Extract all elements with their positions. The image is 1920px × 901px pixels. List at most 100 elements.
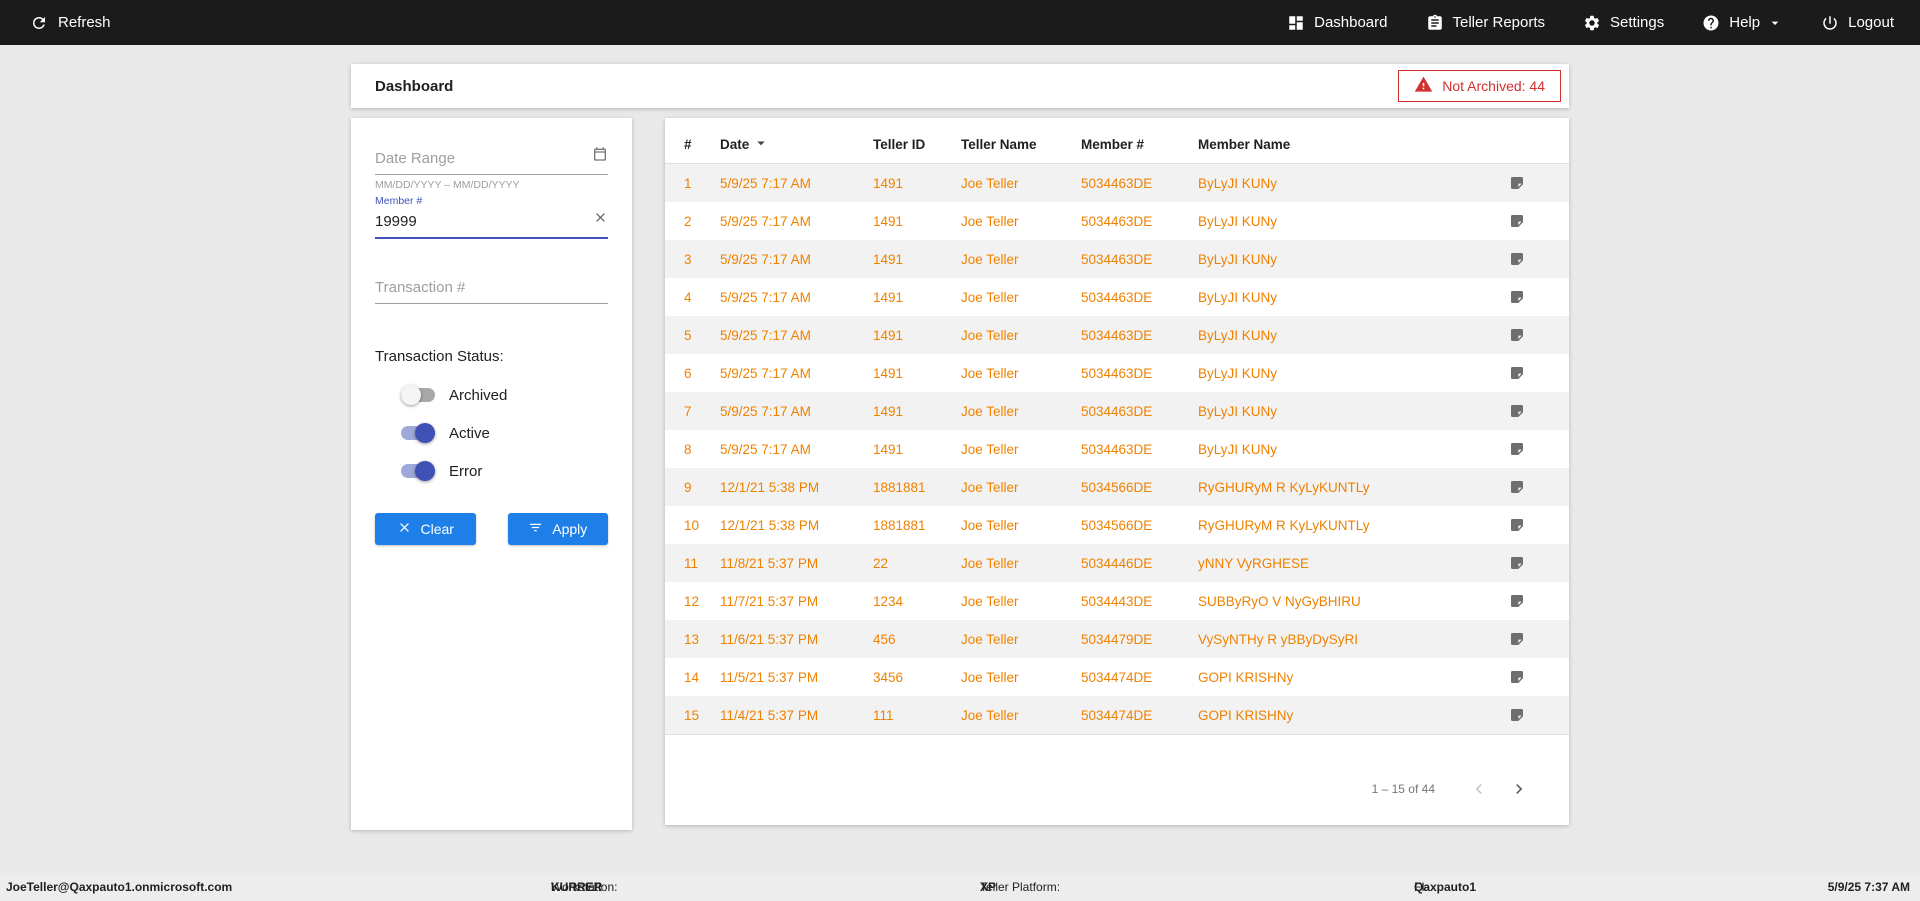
column-header-number[interactable]: # bbox=[684, 137, 720, 152]
archived-toggle[interactable] bbox=[401, 385, 435, 405]
cell-teller-id: 1491 bbox=[873, 403, 904, 419]
page-title: Dashboard bbox=[375, 77, 454, 95]
note-icon[interactable] bbox=[1509, 631, 1525, 647]
table-row[interactable]: 2 5/9/25 7:17 AM 1491 Joe Teller 5034463DE By… bbox=[665, 202, 1569, 240]
not-archived-badge[interactable]: Not Archived: 44 bbox=[1398, 70, 1561, 102]
cell-teller-name: Joe Teller bbox=[961, 669, 1019, 685]
column-header-teller-name[interactable]: Teller Name bbox=[961, 137, 1081, 152]
table-row[interactable]: 12 11/7/21 5:37 PM 1234 Joe Teller 5034443DE… bbox=[665, 582, 1569, 620]
nav-dashboard[interactable]: Dashboard bbox=[1287, 14, 1388, 32]
apply-button[interactable]: Apply bbox=[507, 513, 608, 545]
table-row[interactable]: 11 11/8/21 5:37 PM 22 Joe Teller 5034446DE yN… bbox=[665, 544, 1569, 582]
column-header-date[interactable]: Date bbox=[720, 134, 873, 155]
table-row[interactable]: 13 11/6/21 5:37 PM 456 Joe Teller 5034479DE V… bbox=[665, 620, 1569, 658]
gear-icon bbox=[1583, 14, 1601, 32]
cell-teller-id: 1491 bbox=[873, 365, 904, 381]
current-datetime: 5/9/25 7:37 AM bbox=[1827, 880, 1910, 894]
cell-member-name: ByLyJI KUNy bbox=[1198, 213, 1278, 229]
cell-teller-name: Joe Teller bbox=[961, 251, 1019, 267]
nav-settings[interactable]: Settings bbox=[1583, 14, 1664, 32]
note-icon[interactable] bbox=[1509, 669, 1525, 685]
error-toggle[interactable] bbox=[401, 461, 435, 481]
cell-member-name: ByLyJI KUNy bbox=[1198, 251, 1278, 267]
active-toggle[interactable] bbox=[401, 423, 435, 443]
note-icon[interactable] bbox=[1509, 213, 1525, 229]
column-label: Member Name bbox=[1198, 137, 1291, 152]
table-row[interactable]: 3 5/9/25 7:17 AM 1491 Joe Teller 5034463DE By… bbox=[665, 240, 1569, 278]
table-row[interactable]: 8 5/9/25 7:17 AM 1491 Joe Teller 5034463DE By… bbox=[665, 430, 1569, 468]
note-icon[interactable] bbox=[1509, 289, 1525, 305]
nav-logout[interactable]: Logout bbox=[1821, 14, 1894, 32]
filter-icon bbox=[528, 520, 543, 538]
note-icon[interactable] bbox=[1509, 517, 1525, 533]
note-icon[interactable] bbox=[1509, 365, 1525, 381]
cell-member-number: 5034479DE bbox=[1081, 631, 1153, 647]
refresh-label: Refresh bbox=[58, 14, 111, 31]
table-row[interactable]: 1 5/9/25 7:17 AM 1491 Joe Teller 5034463DE By… bbox=[665, 164, 1569, 202]
table-row[interactable]: 9 12/1/21 5:38 PM 1881881 Joe Teller 5034566… bbox=[665, 468, 1569, 506]
cell-teller-id: 1234 bbox=[873, 593, 904, 609]
date-range-input[interactable] bbox=[375, 144, 608, 174]
note-icon[interactable] bbox=[1509, 707, 1525, 723]
status-toggles: Archived Active Error bbox=[401, 383, 608, 483]
cell-teller-id: 1881881 bbox=[873, 479, 926, 495]
column-header-teller-id[interactable]: Teller ID bbox=[873, 137, 961, 152]
cell-row-number: 13 bbox=[684, 631, 700, 647]
cell-teller-id: 1491 bbox=[873, 289, 904, 305]
cell-member-number: 5034463DE bbox=[1081, 327, 1153, 343]
cell-date: 11/7/21 5:37 PM bbox=[720, 593, 819, 609]
member-number-field[interactable] bbox=[375, 207, 608, 239]
transaction-number-input[interactable] bbox=[375, 273, 608, 303]
cell-row-number: 11 bbox=[684, 555, 699, 571]
transaction-number-field[interactable] bbox=[375, 273, 608, 304]
cell-date: 5/9/25 7:17 AM bbox=[720, 289, 811, 305]
table-row[interactable]: 14 11/5/21 5:37 PM 3456 Joe Teller 5034474DE… bbox=[665, 658, 1569, 696]
note-icon[interactable] bbox=[1509, 175, 1525, 191]
not-archived-label: Not Archived: 44 bbox=[1442, 78, 1545, 94]
table-row[interactable]: 5 5/9/25 7:17 AM 1491 Joe Teller 5034463DE By… bbox=[665, 316, 1569, 354]
cell-row-number: 14 bbox=[684, 669, 700, 685]
cell-row-number: 1 bbox=[684, 175, 692, 191]
column-header-member-name[interactable]: Member Name bbox=[1198, 137, 1509, 152]
column-header-member-number[interactable]: Member # bbox=[1081, 137, 1198, 152]
note-icon[interactable] bbox=[1509, 251, 1525, 267]
cell-member-number: 5034566DE bbox=[1081, 479, 1153, 495]
apply-button-label: Apply bbox=[552, 521, 588, 537]
next-page-icon[interactable] bbox=[1509, 779, 1529, 799]
cell-teller-name: Joe Teller bbox=[961, 593, 1019, 609]
note-icon[interactable] bbox=[1509, 403, 1525, 419]
date-range-hint: MM/DD/YYYY – MM/DD/YYYY bbox=[375, 179, 520, 191]
note-icon[interactable] bbox=[1509, 555, 1525, 571]
cell-member-number: 5034463DE bbox=[1081, 441, 1153, 457]
cell-member-number: 5034463DE bbox=[1081, 213, 1153, 229]
cell-member-name: RyGHURyM R KyLyKUNTLy bbox=[1198, 517, 1370, 533]
table-row[interactable]: 7 5/9/25 7:17 AM 1491 Joe Teller 5034463DE By… bbox=[665, 392, 1569, 430]
table-row[interactable]: 4 5/9/25 7:17 AM 1491 Joe Teller 5034463DE By… bbox=[665, 278, 1569, 316]
note-icon[interactable] bbox=[1509, 593, 1525, 609]
nav-teller-reports[interactable]: Teller Reports bbox=[1426, 14, 1546, 32]
cell-teller-id: 1491 bbox=[873, 213, 904, 229]
table-row[interactable]: 6 5/9/25 7:17 AM 1491 Joe Teller 5034463DE By… bbox=[665, 354, 1569, 392]
cell-date: 5/9/25 7:17 AM bbox=[720, 251, 811, 267]
table-header: # Date Teller ID Teller Name Member # Me… bbox=[665, 126, 1569, 164]
cell-member-name: ByLyJI KUNy bbox=[1198, 441, 1278, 457]
table-row[interactable]: 10 12/1/21 5:38 PM 1881881 Joe Teller 503456… bbox=[665, 506, 1569, 544]
nav-settings-label: Settings bbox=[1610, 14, 1665, 31]
table-row[interactable]: 15 11/4/21 5:37 PM 111 Joe Teller 5034474DE G… bbox=[665, 696, 1569, 734]
previous-page-icon[interactable] bbox=[1469, 779, 1489, 799]
note-icon[interactable] bbox=[1509, 441, 1525, 457]
clear-button[interactable]: Clear bbox=[375, 513, 476, 545]
note-icon[interactable] bbox=[1509, 479, 1525, 495]
member-number-label: Member # bbox=[375, 195, 423, 207]
note-icon[interactable] bbox=[1509, 327, 1525, 343]
date-range-field[interactable] bbox=[375, 144, 608, 175]
cell-member-name: RyGHURyM R KyLyKUNTLy bbox=[1198, 479, 1370, 495]
clear-member-icon[interactable] bbox=[593, 210, 608, 230]
nav-help[interactable]: Help bbox=[1702, 14, 1783, 32]
cell-member-number: 5034463DE bbox=[1081, 175, 1153, 191]
calendar-icon[interactable] bbox=[592, 146, 608, 167]
cell-date: 5/9/25 7:17 AM bbox=[720, 365, 811, 381]
refresh-button[interactable]: Refresh bbox=[30, 14, 111, 32]
member-number-input[interactable] bbox=[375, 207, 608, 237]
nav-teller-reports-label: Teller Reports bbox=[1452, 14, 1546, 31]
